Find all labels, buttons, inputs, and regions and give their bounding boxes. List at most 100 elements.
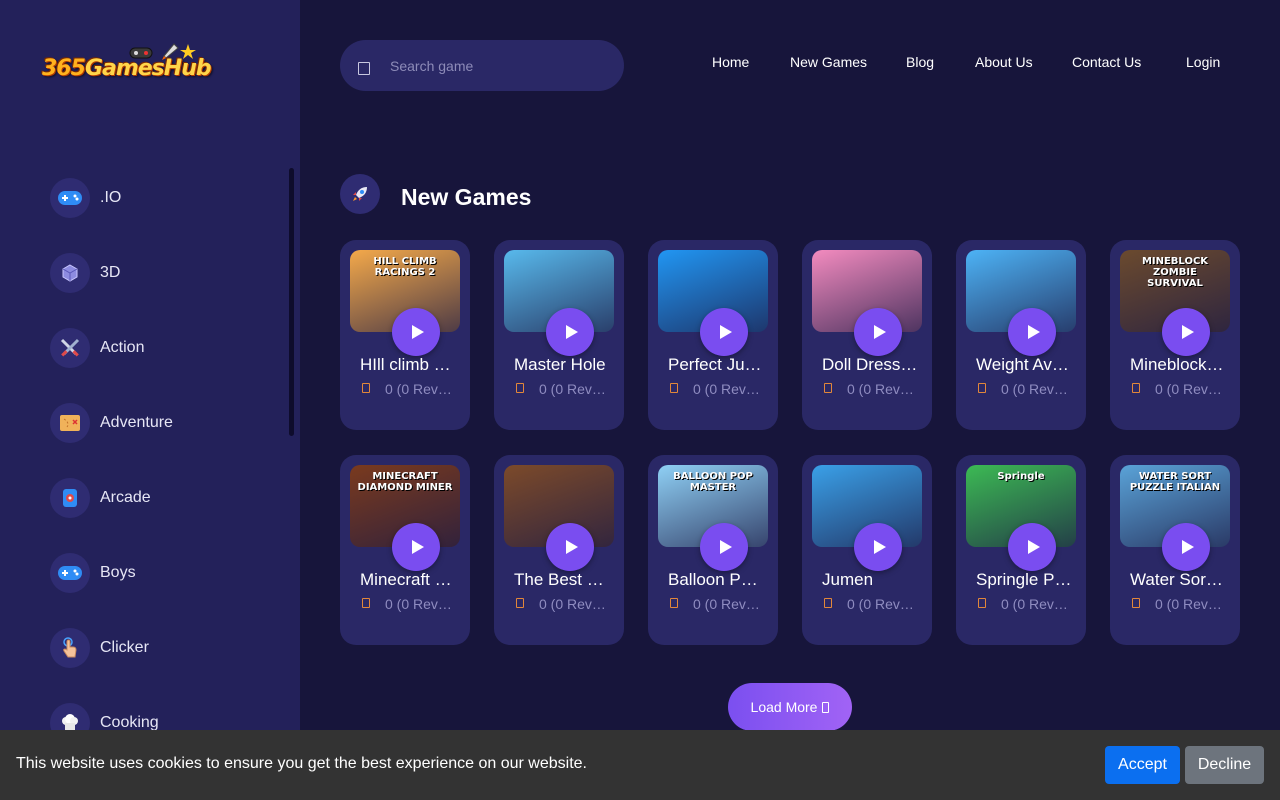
swords-icon bbox=[50, 328, 90, 368]
star-icon bbox=[1132, 383, 1140, 393]
game-title: HIll climb Racings 2 bbox=[360, 355, 456, 374]
game-title: Mineblock Zombie Survival bbox=[1130, 355, 1226, 374]
game-card[interactable]: MINECRAFT DIAMOND MINER Minecraft Diamon… bbox=[340, 455, 470, 645]
play-button[interactable] bbox=[392, 523, 440, 571]
star-icon bbox=[670, 383, 678, 393]
game-title: Balloon Pop Master bbox=[668, 570, 764, 589]
game-rating: 0 (0 Reviews) bbox=[847, 596, 915, 612]
sidebar-item-label: .IO bbox=[100, 189, 122, 206]
game-title: Doll Dress Up bbox=[822, 355, 918, 374]
play-button[interactable] bbox=[854, 523, 902, 571]
sidebar-item-adventure[interactable]: Adventure bbox=[50, 403, 280, 443]
load-more-button[interactable]: Load More bbox=[728, 683, 852, 731]
play-button[interactable] bbox=[700, 523, 748, 571]
arcade-icon bbox=[50, 478, 90, 518]
play-button[interactable] bbox=[546, 308, 594, 356]
game-title: Weight Avoid bbox=[976, 355, 1072, 374]
rocket-icon bbox=[340, 174, 380, 214]
star-icon bbox=[670, 598, 678, 608]
cookie-message: This website uses cookies to ensure you … bbox=[16, 755, 587, 772]
gamepad-icon bbox=[50, 553, 90, 593]
play-button[interactable] bbox=[392, 308, 440, 356]
nav-contact-us[interactable]: Contact Us bbox=[1072, 54, 1141, 70]
nav-about-us[interactable]: About Us bbox=[975, 54, 1033, 70]
sidebar-item-io[interactable]: .IO bbox=[50, 178, 280, 218]
game-card[interactable]: WATER SORT PUZZLE ITALIAN Water Sort Puz… bbox=[1110, 455, 1240, 645]
sidebar-item-label: Clicker bbox=[100, 639, 149, 656]
game-rating: 0 (0 Reviews) bbox=[385, 381, 453, 397]
sidebar-item-3d[interactable]: 3D bbox=[50, 253, 280, 293]
sidebar-scrollbar[interactable] bbox=[289, 168, 294, 436]
search-icon[interactable] bbox=[358, 62, 370, 75]
nav-home[interactable]: Home bbox=[712, 54, 749, 70]
play-icon bbox=[566, 325, 578, 339]
play-button[interactable] bbox=[854, 308, 902, 356]
game-card[interactable]: Weight Avoid 0 (0 Reviews) bbox=[956, 240, 1086, 430]
star-icon bbox=[516, 383, 524, 393]
sidebar-item-label: Boys bbox=[100, 564, 136, 581]
game-rating: 0 (0 Reviews) bbox=[1001, 381, 1069, 397]
play-button[interactable] bbox=[1008, 523, 1056, 571]
star-icon bbox=[978, 383, 986, 393]
accept-button[interactable]: Accept bbox=[1105, 746, 1180, 784]
star-icon bbox=[824, 598, 832, 608]
sidebar-item-label: Arcade bbox=[100, 489, 151, 506]
game-card[interactable]: HILL CLIMB RACINGS 2 HIll climb Racings … bbox=[340, 240, 470, 430]
map-icon bbox=[50, 403, 90, 443]
star-icon bbox=[362, 383, 370, 393]
play-icon bbox=[720, 540, 732, 554]
game-card[interactable]: Master Hole 0 (0 Reviews) bbox=[494, 240, 624, 430]
play-icon bbox=[1028, 325, 1040, 339]
game-title: Minecraft Diamond Miner bbox=[360, 570, 456, 589]
sidebar-item-action[interactable]: Action bbox=[50, 328, 280, 368]
sidebar-item-label: Adventure bbox=[100, 414, 173, 431]
play-icon bbox=[566, 540, 578, 554]
nav-login[interactable]: Login bbox=[1186, 54, 1220, 70]
star-icon bbox=[362, 598, 370, 608]
section-title: New Games bbox=[401, 184, 532, 210]
play-button[interactable] bbox=[546, 523, 594, 571]
play-icon bbox=[412, 540, 424, 554]
cube-icon bbox=[50, 253, 90, 293]
search-input[interactable] bbox=[390, 54, 610, 78]
game-title: Perfect Jump bbox=[668, 355, 764, 374]
game-rating: 0 (0 Reviews) bbox=[1001, 596, 1069, 612]
play-button[interactable] bbox=[1008, 308, 1056, 356]
play-icon bbox=[720, 325, 732, 339]
nav-blog[interactable]: Blog bbox=[906, 54, 934, 70]
play-icon bbox=[1028, 540, 1040, 554]
game-card[interactable]: The Best Match 0 (0 Reviews) bbox=[494, 455, 624, 645]
sidebar-item-clicker[interactable]: Clicker bbox=[50, 628, 280, 668]
arrow-icon bbox=[822, 701, 830, 713]
game-rating: 0 (0 Reviews) bbox=[539, 381, 607, 397]
game-rating: 0 (0 Reviews) bbox=[693, 596, 761, 612]
sidebar: 365GamesHub .IO 3D Action Adventure Arca… bbox=[0, 0, 300, 800]
game-card[interactable]: MINEBLOCK ZOMBIE SURVIVAL Mineblock Zomb… bbox=[1110, 240, 1240, 430]
site-logo[interactable]: 365GamesHub bbox=[42, 42, 212, 90]
game-card[interactable]: Jumen 0 (0 Reviews) bbox=[802, 455, 932, 645]
logo-text: 365GamesHub bbox=[42, 56, 212, 81]
star-icon bbox=[516, 598, 524, 608]
game-title: Springle Puzzle bbox=[976, 570, 1072, 589]
load-more-label: Load More bbox=[750, 699, 818, 715]
sidebar-item-boys[interactable]: Boys bbox=[50, 553, 280, 593]
game-card[interactable]: Doll Dress Up 0 (0 Reviews) bbox=[802, 240, 932, 430]
pointer-icon bbox=[50, 628, 90, 668]
play-icon bbox=[874, 325, 886, 339]
play-button[interactable] bbox=[1162, 308, 1210, 356]
star-icon bbox=[1132, 598, 1140, 608]
game-rating: 0 (0 Reviews) bbox=[693, 381, 761, 397]
game-card[interactable]: BALLOON POP MASTER Balloon Pop Master 0 … bbox=[648, 455, 778, 645]
cookie-banner: This website uses cookies to ensure you … bbox=[0, 730, 1280, 800]
game-rating: 0 (0 Reviews) bbox=[539, 596, 607, 612]
sidebar-item-label: Action bbox=[100, 339, 145, 356]
game-card[interactable]: Springle Springle Puzzle 0 (0 Reviews) bbox=[956, 455, 1086, 645]
game-card[interactable]: Perfect Jump 0 (0 Reviews) bbox=[648, 240, 778, 430]
sidebar-item-arcade[interactable]: Arcade bbox=[50, 478, 280, 518]
sidebar-item-label: 3D bbox=[100, 264, 121, 281]
nav-new-games[interactable]: New Games bbox=[790, 54, 867, 70]
decline-button[interactable]: Decline bbox=[1185, 746, 1264, 784]
play-button[interactable] bbox=[700, 308, 748, 356]
game-rating: 0 (0 Reviews) bbox=[385, 596, 453, 612]
play-button[interactable] bbox=[1162, 523, 1210, 571]
